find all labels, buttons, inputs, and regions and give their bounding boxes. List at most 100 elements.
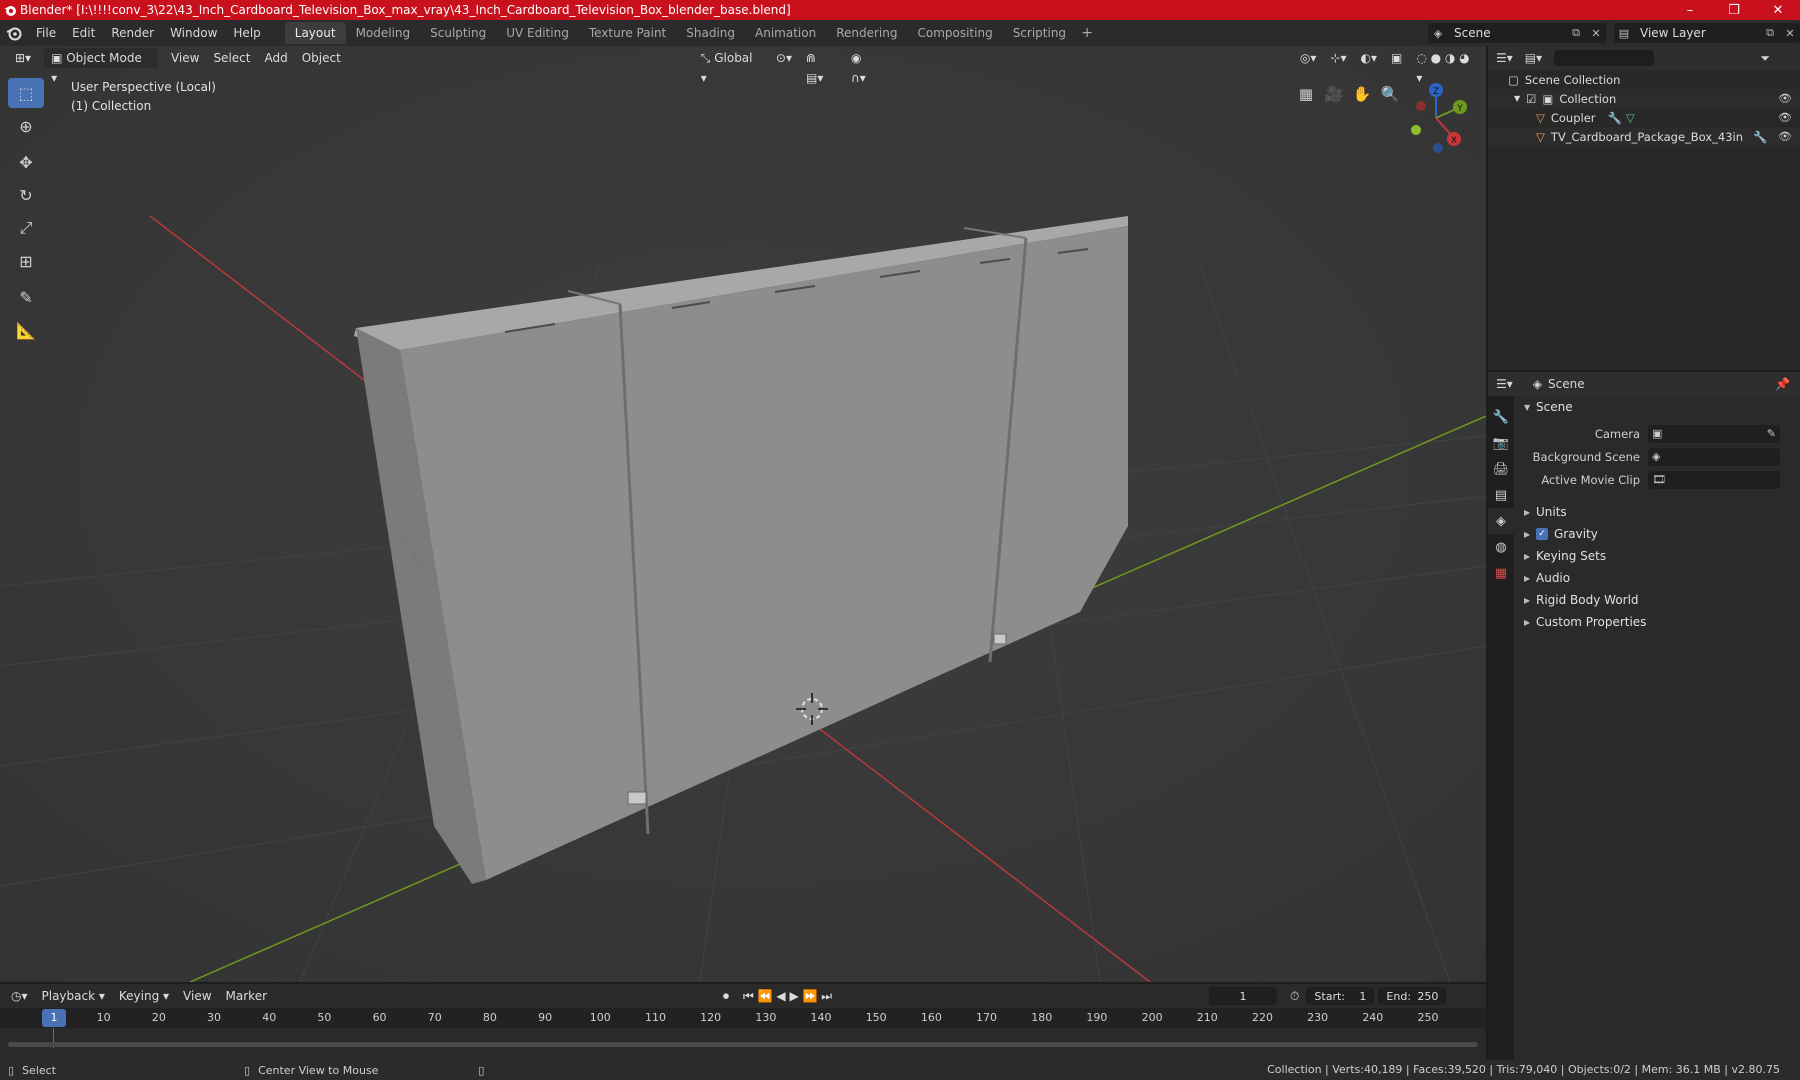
shading-mode-icons[interactable]: ◌ ● ◑ ◕ ▾	[1409, 48, 1486, 85]
preview-range-icon[interactable]: ⏱	[1283, 989, 1306, 1004]
playback-menu[interactable]: Playback ▾	[35, 989, 112, 1003]
maximize-button[interactable]: ❐	[1712, 0, 1756, 20]
snap-icon[interactable]: ⋒ ▤▾	[799, 48, 844, 85]
tab-uv-editing[interactable]: UV Editing	[496, 22, 579, 44]
move-tool-icon[interactable]: ✥	[8, 147, 44, 177]
scale-tool-icon[interactable]: ⤢	[8, 213, 44, 243]
tool-tab-icon[interactable]: 🔧	[1488, 404, 1514, 430]
tab-animation[interactable]: Animation	[745, 22, 826, 44]
new-scene-icon[interactable]: ⧉	[1566, 26, 1586, 40]
end-frame-field[interactable]: End: 250	[1378, 987, 1447, 1005]
background-scene-field[interactable]: ◈	[1648, 447, 1780, 466]
cursor-tool-icon[interactable]: ⊕	[8, 111, 44, 141]
properties-editor-icon[interactable]: ☰▾	[1496, 377, 1513, 391]
grid-view-icon[interactable]: ▦	[1292, 80, 1320, 108]
rotate-tool-icon[interactable]: ↻	[8, 180, 44, 210]
gizmo-toggle-icon[interactable]: ⊹▾	[1323, 48, 1353, 68]
pin-icon[interactable]: 📌	[1775, 377, 1790, 391]
visibility-icon[interactable]: ◎▾	[1293, 48, 1324, 68]
collection-checkbox[interactable]: ☑	[1526, 92, 1536, 106]
start-frame-field[interactable]: Start: 1	[1306, 987, 1375, 1005]
outliner-editor-icon[interactable]: ☰▾	[1496, 51, 1513, 65]
camera-field[interactable]: ▣ ✎	[1648, 424, 1780, 443]
transform-tool-icon[interactable]: ⊞	[8, 246, 44, 276]
outliner-search-input[interactable]	[1554, 50, 1655, 66]
filter-icon[interactable]: ⏷	[1760, 51, 1770, 66]
keying-menu[interactable]: Keying ▾	[112, 989, 176, 1003]
timeline-ruler[interactable]: 1 10 20 30 40 50 60 70 80 90 100 110 120 130 140 150 16…	[0, 1008, 1486, 1028]
timeline-scrollbar[interactable]	[8, 1042, 1478, 1047]
view-menu[interactable]: View	[164, 48, 206, 68]
gravity-panel-header[interactable]: ▶ ✓ Gravity	[1518, 523, 1800, 545]
render-tab-icon[interactable]: 📷	[1488, 430, 1514, 456]
menu-edit[interactable]: Edit	[64, 22, 103, 44]
active-movie-clip-field[interactable]: 🎞	[1648, 470, 1780, 489]
scene-panel-header[interactable]: ▼ Scene	[1518, 396, 1800, 418]
pivot-point-icon[interactable]: ⊙▾	[769, 48, 799, 68]
eye-icon[interactable]: 👁	[1778, 111, 1792, 124]
collection-row[interactable]: ▼ ☑ ▣ Collection 👁	[1488, 89, 1800, 108]
view-layer-tab-icon[interactable]: ▤	[1488, 482, 1514, 508]
camera-view-icon[interactable]: 🎥	[1320, 80, 1348, 108]
tab-scripting[interactable]: Scripting	[1003, 22, 1076, 44]
eye-icon[interactable]: 👁	[1778, 130, 1792, 143]
select-menu[interactable]: Select	[206, 48, 257, 68]
marker-menu[interactable]: Marker	[219, 989, 274, 1003]
menu-render[interactable]: Render	[103, 22, 162, 44]
menu-window[interactable]: Window	[162, 22, 225, 44]
units-panel-header[interactable]: ▶ Units	[1518, 501, 1800, 523]
scene-tab-icon[interactable]: ◈	[1488, 508, 1514, 534]
rigid-body-world-panel-header[interactable]: ▶ Rigid Body World	[1518, 589, 1800, 611]
custom-properties-panel-header[interactable]: ▶ Custom Properties	[1518, 611, 1800, 633]
current-frame-field[interactable]: 1	[1209, 987, 1278, 1005]
add-menu[interactable]: Add	[257, 48, 294, 68]
delete-scene-icon[interactable]: ✕	[1586, 27, 1606, 40]
object-menu[interactable]: Object	[295, 48, 348, 68]
zoom-icon[interactable]: 🔍	[1376, 80, 1404, 108]
delete-view-layer-icon[interactable]: ✕	[1780, 27, 1800, 40]
tab-shading[interactable]: Shading	[676, 22, 745, 44]
annotate-tool-icon[interactable]: ✎	[8, 282, 44, 312]
proportional-edit-icon[interactable]: ◉ ∩▾	[844, 48, 887, 85]
menu-file[interactable]: File	[28, 22, 64, 44]
tab-modeling[interactable]: Modeling	[346, 22, 421, 44]
object-mode-dropdown[interactable]: ▣ Object Mode ▾	[44, 48, 158, 85]
tab-sculpting[interactable]: Sculpting	[420, 22, 496, 44]
audio-panel-header[interactable]: ▶ Audio	[1518, 567, 1800, 589]
scene-collection-row[interactable]: ▢ Scene Collection	[1488, 70, 1800, 89]
record-button[interactable]: ⏺	[716, 989, 736, 1004]
editor-type-icon[interactable]: ⊞▾	[8, 48, 38, 68]
add-workspace-button[interactable]: +	[1076, 25, 1098, 41]
minimize-button[interactable]: –	[1668, 0, 1712, 20]
tab-layout[interactable]: Layout	[284, 22, 346, 44]
gravity-checkbox[interactable]: ✓	[1536, 528, 1548, 540]
view-layer-selector[interactable]: ▤ View Layer ⧉ ✕	[1614, 23, 1800, 43]
overlay-toggle-icon[interactable]: ◐▾	[1353, 48, 1384, 68]
world-tab-icon[interactable]: ◍	[1488, 534, 1514, 560]
scene-selector[interactable]: ◈ Scene ⧉ ✕	[1428, 23, 1606, 43]
3d-viewport[interactable]: ⊞▾ ▣ Object Mode ▾ View Select Add Objec…	[0, 46, 1486, 982]
transform-orientation-dropdown[interactable]: ⤡ Global ▾	[694, 48, 769, 85]
timeline-track[interactable]	[0, 1028, 1486, 1060]
playback-controls[interactable]: ⏮ ⏪ ◀ ▶ ⏩ ⏭	[736, 989, 839, 1004]
output-tab-icon[interactable]: 🖨	[1488, 456, 1514, 482]
measure-tool-icon[interactable]: 📐	[8, 315, 44, 345]
current-frame-marker[interactable]: 1	[42, 1009, 66, 1027]
menu-help[interactable]: Help	[225, 22, 268, 44]
blender-menu-icon[interactable]	[0, 20, 28, 46]
xray-icon[interactable]: ▣	[1384, 48, 1409, 68]
outliner-item-coupler[interactable]: ▽ Coupler 🔧 ▽ 👁	[1488, 108, 1800, 127]
expand-arrow-icon[interactable]: ▼	[1514, 94, 1520, 103]
timeline-editor-icon[interactable]: ◷▾	[4, 989, 35, 1003]
navigation-gizmo[interactable]: Z Y X	[1396, 78, 1476, 158]
texture-tab-icon[interactable]: ▦	[1488, 560, 1514, 586]
eyedropper-icon[interactable]: ✎	[1767, 427, 1776, 440]
pan-hand-icon[interactable]: ✋	[1348, 80, 1376, 108]
select-box-tool-icon[interactable]: ⬚	[8, 78, 44, 108]
close-button[interactable]: ✕	[1756, 0, 1800, 20]
timeline-view-menu[interactable]: View	[176, 989, 218, 1003]
new-view-layer-icon[interactable]: ⧉	[1760, 26, 1780, 40]
tab-texture-paint[interactable]: Texture Paint	[579, 22, 676, 44]
keying-sets-panel-header[interactable]: ▶ Keying Sets	[1518, 545, 1800, 567]
outliner-item-tv-box[interactable]: ▽ TV_Cardboard_Package_Box_43in 🔧 👁	[1488, 127, 1800, 146]
